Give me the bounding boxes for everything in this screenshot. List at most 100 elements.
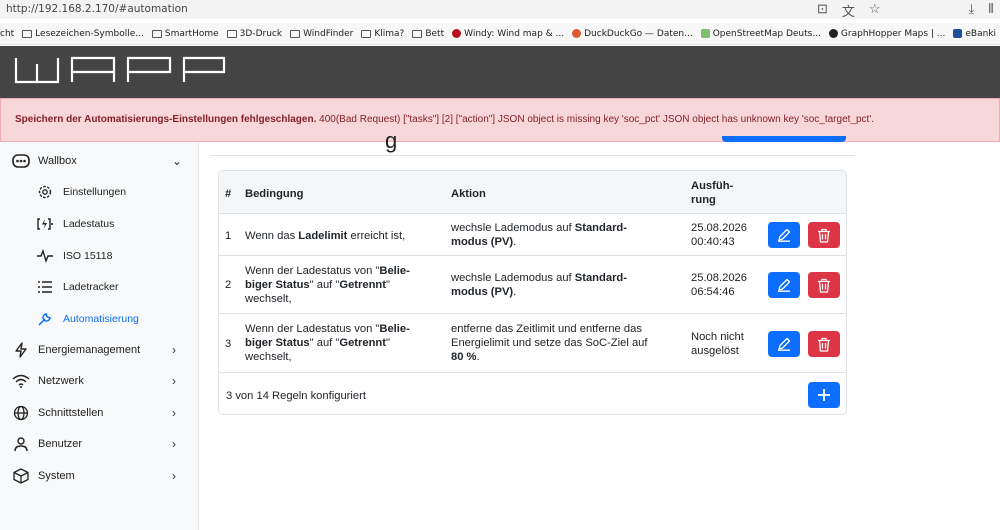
edit-rule-button[interactable] <box>768 222 800 248</box>
sidebar-item-label: Netzwerk <box>38 375 84 387</box>
sidebar-item-wallbox[interactable]: Wallbox ⌄ <box>0 146 199 176</box>
chevron-right-icon: › <box>172 374 176 388</box>
sidebar-item-system[interactable]: System › <box>0 461 199 491</box>
bookmark-item[interactable]: 3D-Druck <box>226 29 282 39</box>
sidebar-item-label: Energiemanagement <box>38 344 141 356</box>
bookmark-item[interactable]: Lesezeichen-Symbolle... <box>22 29 144 39</box>
sidebar-item-netzwerk[interactable]: Netzwerk › <box>0 366 199 396</box>
sidebar-item-label: Benutzer <box>38 438 83 450</box>
row-condition: Wenn der Ladestatus von "Belie-biger Sta… <box>245 323 410 363</box>
folder-icon <box>361 29 372 38</box>
rules-count-text: 3 von 14 Regeln konfiguriert <box>226 390 366 402</box>
bookmark-item[interactable]: cht <box>0 29 14 39</box>
rules-table: # Bedingung Aktion Ausfüh-rung 1 Wenn da… <box>218 170 847 415</box>
row-number: 1 <box>225 230 232 242</box>
title-divider <box>210 142 855 156</box>
row-condition: Wenn das Ladelimit erreicht ist, <box>245 230 406 242</box>
delete-rule-button[interactable] <box>808 222 840 248</box>
row-number: 2 <box>225 279 232 291</box>
graphhopper-icon <box>828 29 838 38</box>
sidebar-item-iso15118[interactable]: ISO 15118 <box>0 241 199 271</box>
error-alert: Speichern der Automatisierungs-Einstellu… <box>0 98 1000 142</box>
install-app-icon[interactable]: ⊡ <box>817 1 828 20</box>
delete-rule-button[interactable] <box>808 272 840 298</box>
row-number: 3 <box>225 338 232 350</box>
url-text[interactable]: http://192.168.2.170/#automation <box>6 3 188 15</box>
folder-icon <box>22 29 33 38</box>
chevron-right-icon: › <box>172 437 176 451</box>
translate-icon[interactable]: 文 <box>842 1 855 20</box>
trash-icon <box>818 278 830 293</box>
folder-icon <box>290 29 301 38</box>
bookmark-item[interactable]: Windy: Wind map & ... <box>452 29 564 39</box>
browser-address-bar[interactable]: http://192.168.2.170/#automation ⊡ 文 ☆ ⤓… <box>0 0 1000 19</box>
bookmark-item[interactable]: Bett <box>412 29 444 39</box>
column-header-execution: Ausfüh-rung <box>691 180 734 206</box>
library-icon[interactable]: ⦀ <box>988 1 994 20</box>
bookmark-item[interactable]: SmartHome <box>151 29 219 39</box>
chevron-right-icon: › <box>172 343 176 357</box>
lightning-icon <box>12 341 30 359</box>
app-header <box>0 46 1000 98</box>
bookmark-item[interactable]: DuckDuckGo — Daten... <box>572 29 693 39</box>
alert-message: 400(Bad Request) ["tasks"] [2] ["action"… <box>316 114 875 125</box>
bank-icon <box>953 29 963 38</box>
folder-icon <box>151 29 162 38</box>
wallbox-icon <box>12 152 30 170</box>
warp-logo <box>14 56 226 84</box>
table-row: 1 Wenn das Ladelimit erreicht ist, wechs… <box>219 214 846 256</box>
sidebar-item-label: Ladetracker <box>63 281 119 293</box>
chevron-right-icon: › <box>172 406 176 420</box>
sidebar-item-ladestatus[interactable]: Ladestatus <box>0 209 199 239</box>
bookmark-item[interactable]: GraphHopper Maps | ... <box>828 29 945 39</box>
sidebar-item-benutzer[interactable]: Benutzer › <box>0 429 199 459</box>
pencil-icon <box>778 228 791 242</box>
row-action: entferne das Zeitlimit und entferne das E… <box>451 323 648 363</box>
edit-rule-button[interactable] <box>768 272 800 298</box>
delete-rule-button[interactable] <box>808 331 840 357</box>
list-icon <box>36 278 54 296</box>
pencil-icon <box>778 278 791 292</box>
bookmark-item[interactable]: Klima? <box>361 29 404 39</box>
user-icon <box>12 435 30 453</box>
sidebar-item-ladetracker[interactable]: Ladetracker <box>0 272 199 302</box>
sidebar-item-einstellungen[interactable]: Einstellungen <box>0 177 199 207</box>
bookmark-item[interactable]: OpenStreetMap Deuts... <box>700 29 821 39</box>
sidebar-item-automatisierung[interactable]: Automatisierung <box>0 304 199 334</box>
sidebar-item-label: Automatisierung <box>63 313 139 325</box>
row-last-execution: 25.08.2026 06:54:46 <box>691 272 747 298</box>
column-header-condition: Bedingung <box>245 188 304 200</box>
plus-icon <box>818 389 830 401</box>
box-icon <box>12 467 30 485</box>
column-header-number: # <box>225 188 232 200</box>
trash-icon <box>818 228 830 243</box>
wifi-icon <box>12 372 30 390</box>
bookmarks-bar: cht Lesezeichen-Symbolle... SmartHome 3D… <box>0 23 1000 45</box>
column-header-action: Aktion <box>451 188 486 200</box>
sidebar-item-label: Wallbox <box>38 155 77 167</box>
edit-rule-button[interactable] <box>768 331 800 357</box>
wrench-icon <box>36 310 54 328</box>
sidebar-item-label: Einstellungen <box>63 186 127 198</box>
gear-icon <box>36 183 54 201</box>
row-condition: Wenn der Ladestatus von "Belie-biger Sta… <box>245 265 410 305</box>
pencil-icon <box>778 337 791 351</box>
alert-title: Speichern der Automatisierungs-Einstellu… <box>15 114 317 125</box>
activity-icon <box>36 247 54 265</box>
download-icon[interactable]: ⤓ <box>969 1 975 20</box>
sidebar-item-energiemanagement[interactable]: Energiemanagement › <box>0 335 199 365</box>
chevron-right-icon: › <box>172 469 176 483</box>
windy-icon <box>452 29 462 38</box>
trash-icon <box>818 337 830 352</box>
osm-icon <box>700 29 710 38</box>
table-row: 2 Wenn der Ladestatus von "Belie-biger S… <box>219 256 846 314</box>
bookmark-item[interactable]: eBanki <box>953 29 996 39</box>
bookmark-item[interactable]: WindFinder <box>290 29 353 39</box>
folder-icon <box>226 29 237 38</box>
add-rule-button[interactable] <box>808 382 840 408</box>
bookmark-star-icon[interactable]: ☆ <box>869 1 881 20</box>
table-header: # Bedingung Aktion Ausfüh-rung <box>219 171 846 214</box>
chevron-up-icon: ⌄ <box>172 154 183 168</box>
table-row: 3 Wenn der Ladestatus von "Belie-biger S… <box>219 314 846 373</box>
sidebar-item-schnittstellen[interactable]: Schnittstellen › <box>0 398 199 428</box>
